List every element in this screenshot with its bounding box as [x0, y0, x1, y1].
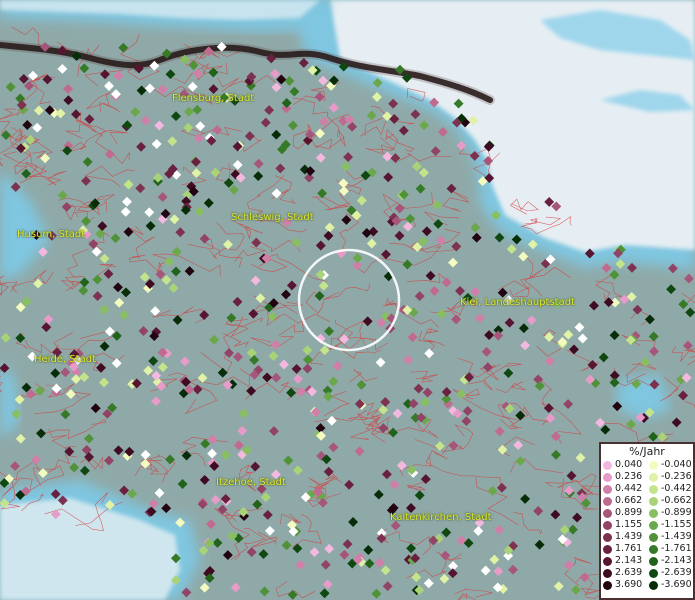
legend-swatch: [649, 532, 658, 542]
legend-swatch: [603, 556, 612, 566]
legend-value: 1.155: [615, 519, 643, 530]
legend-swatch: [649, 520, 658, 530]
legend-value: -2.639: [661, 567, 692, 578]
legend-entry-negative: -0.236: [647, 471, 693, 483]
legend-entry-positive: 0.040: [601, 459, 647, 471]
legend-entry-negative: -2.639: [647, 567, 693, 579]
legend-row: 2.143 -2.143: [601, 555, 693, 567]
legend-swatch: [649, 460, 658, 470]
legend-row: 1.761 -1.761: [601, 543, 693, 555]
city-label-flensburg[interactable]: Flensburg, Stadt: [172, 93, 254, 104]
legend-swatch: [603, 472, 612, 482]
legend-swatch: [603, 484, 612, 494]
legend-row: 1.155 -1.155: [601, 519, 693, 531]
legend-swatch: [649, 556, 658, 566]
legend-entry-negative: -2.143: [647, 555, 693, 567]
legend-swatch: [603, 532, 612, 542]
legend-value: -0.899: [661, 507, 692, 518]
legend-swatch: [603, 544, 612, 554]
legend-row: 2.639 -2.639: [601, 567, 693, 579]
legend-value: 0.236: [615, 471, 643, 482]
legend-entry-positive: 0.662: [601, 495, 647, 507]
city-label-kaltenkirchen[interactable]: Kaltenkirchen, Stadt: [390, 512, 492, 523]
legend-swatch: [649, 472, 658, 482]
legend-row: 0.899 -0.899: [601, 507, 693, 519]
legend-value: -0.040: [661, 459, 692, 470]
legend-entry-negative: -1.155: [647, 519, 693, 531]
legend-swatch: [603, 520, 612, 530]
legend-panel: %/Jahr 0.040 -0.040 0.236 -0.236 0.442 -0.442…: [599, 442, 695, 600]
legend-value: -1.761: [661, 543, 692, 554]
legend-entry-positive: 2.639: [601, 567, 647, 579]
legend-entry-negative: -0.662: [647, 495, 693, 507]
legend-entry-positive: 3.690: [601, 579, 647, 591]
legend-swatch: [603, 568, 612, 578]
legend-value: -2.143: [661, 555, 692, 566]
legend-value: 0.040: [615, 459, 643, 470]
legend-value: 0.442: [615, 483, 643, 494]
legend-entry-positive: 0.899: [601, 507, 647, 519]
legend-swatch: [649, 508, 658, 518]
legend-entry-negative: -0.040: [647, 459, 693, 471]
legend-entry-negative: -0.442: [647, 483, 693, 495]
legend-value: 1.439: [615, 531, 643, 542]
legend-row: 0.040 -0.040: [601, 459, 693, 471]
legend-value: 3.690: [615, 579, 643, 590]
legend-entry-positive: 1.761: [601, 543, 647, 555]
legend-swatch: [603, 460, 612, 470]
legend-swatch: [649, 484, 658, 494]
legend-swatch: [649, 568, 658, 578]
legend-value: 0.662: [615, 495, 643, 506]
legend-row: 0.442 -0.442: [601, 483, 693, 495]
legend-row: 3.690 -3.690: [601, 579, 693, 591]
legend-entry-positive: 0.442: [601, 483, 647, 495]
legend-value: -0.236: [661, 471, 692, 482]
legend-entry-positive: 1.155: [601, 519, 647, 531]
legend-swatch: [649, 580, 658, 590]
legend-value: -1.439: [661, 531, 692, 542]
legend-value: 2.639: [615, 567, 643, 578]
legend-entry-negative: -1.439: [647, 531, 693, 543]
legend-row: 0.236 -0.236: [601, 471, 693, 483]
legend-row: 1.439 -1.439: [601, 531, 693, 543]
legend-value: 0.899: [615, 507, 643, 518]
legend-value: -1.155: [661, 519, 692, 530]
legend-value: -3.690: [661, 579, 692, 590]
legend-entry-positive: 0.236: [601, 471, 647, 483]
legend-entry-negative: -0.899: [647, 507, 693, 519]
legend-title: %/Jahr: [629, 445, 665, 458]
legend-value: 1.761: [615, 543, 643, 554]
legend-swatch: [603, 580, 612, 590]
city-label-schleswig[interactable]: Schleswig, Stadt: [231, 212, 314, 223]
legend-value: -0.442: [661, 483, 692, 494]
legend-rows: 0.040 -0.040 0.236 -0.236 0.442 -0.442 0.662 -0…: [601, 459, 693, 591]
legend-entry-positive: 2.143: [601, 555, 647, 567]
legend-swatch: [603, 508, 612, 518]
legend-value: 2.143: [615, 555, 643, 566]
legend-entry-negative: -1.761: [647, 543, 693, 555]
legend-row: 0.662 -0.662: [601, 495, 693, 507]
legend-entry-negative: -3.690: [647, 579, 693, 591]
map-view[interactable]: [0, 0, 695, 600]
legend-value: -0.662: [661, 495, 692, 506]
city-label-husum[interactable]: Husum, Stadt: [17, 229, 85, 240]
legend-swatch: [603, 496, 612, 506]
city-label-heide[interactable]: Heide, Stadt: [34, 354, 96, 365]
legend-entry-positive: 1.439: [601, 531, 647, 543]
city-label-itzehoe[interactable]: Itzehoe, Stadt: [216, 477, 286, 488]
legend-swatch: [649, 544, 658, 554]
city-label-kiel[interactable]: Kiel, Landeshauptstadt: [460, 297, 575, 308]
legend-swatch: [649, 496, 658, 506]
